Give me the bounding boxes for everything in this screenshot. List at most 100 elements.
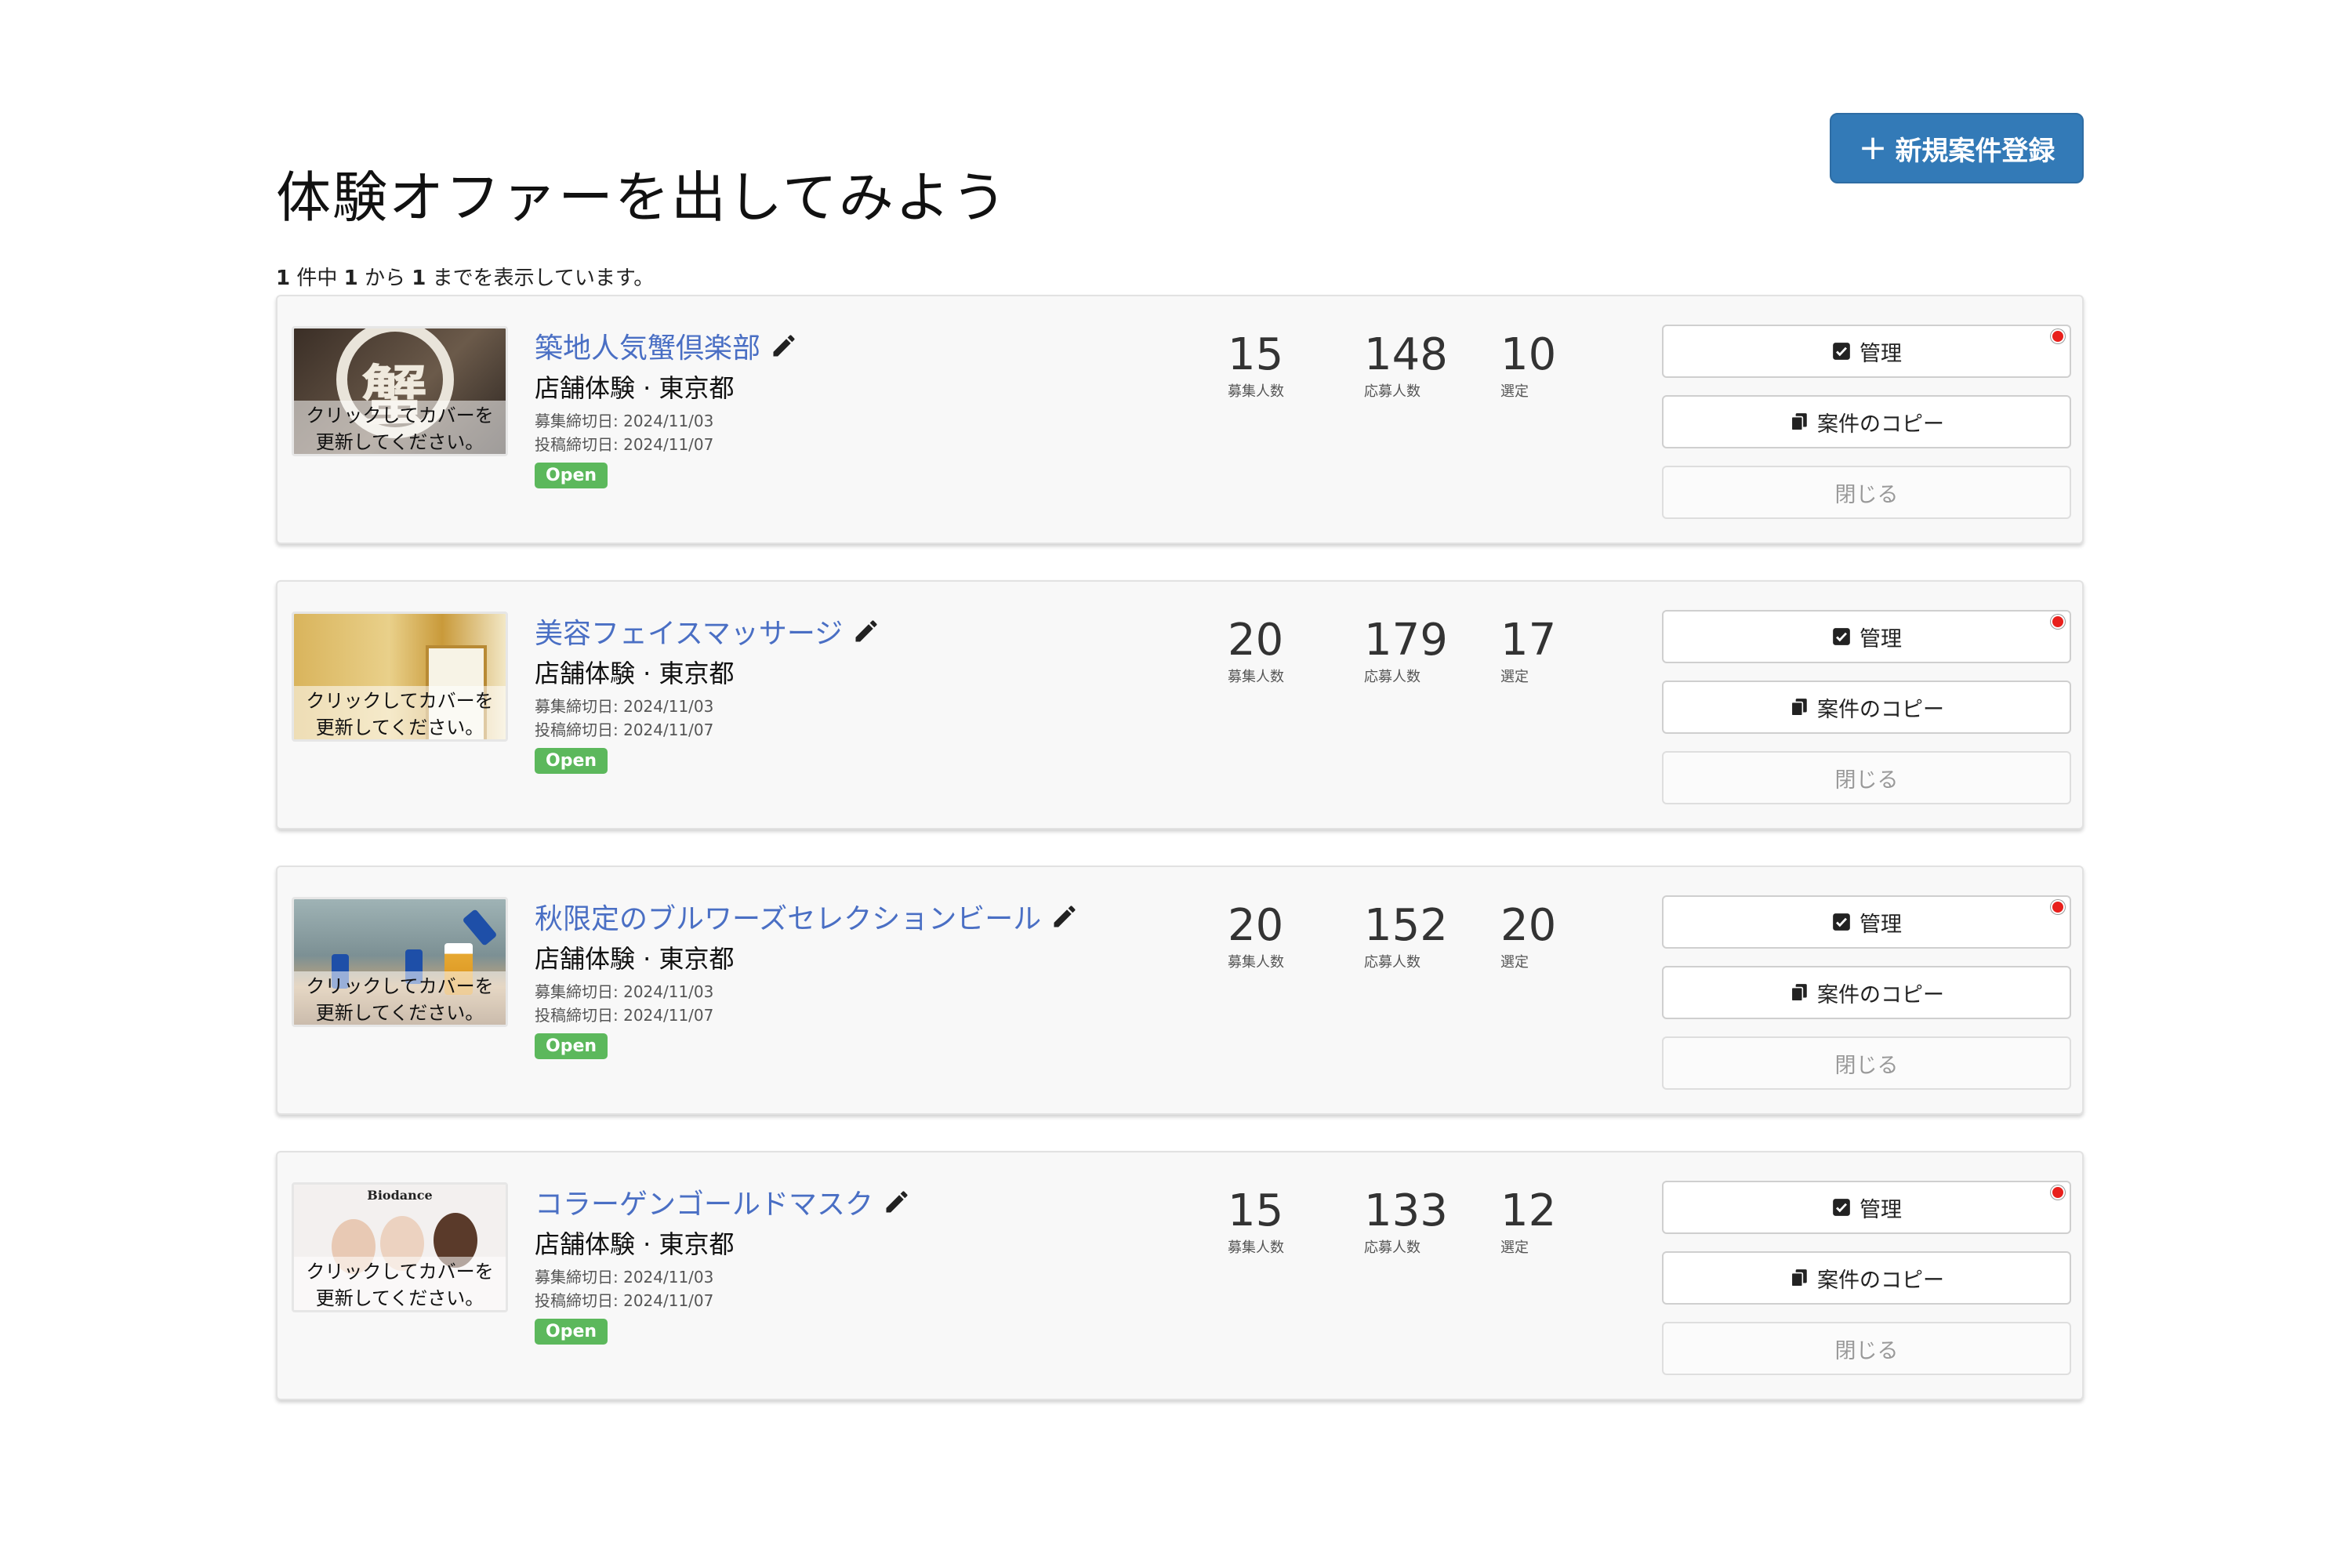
manage-label: 管理 bbox=[1860, 341, 1902, 366]
offer-card: クリックしてカバーを更新してください。 秋限定のブルワーズセレクションビール 店… bbox=[276, 866, 2084, 1115]
count-text-1: 件中 bbox=[290, 267, 344, 290]
manage-button[interactable]: 管理 bbox=[1662, 325, 2071, 378]
stat-applicants-value: 133 bbox=[1364, 1185, 1448, 1236]
cover-thumbnail[interactable]: 蟹 クリックしてカバーを更新してください。 bbox=[292, 326, 508, 456]
checkbox-icon bbox=[1833, 628, 1850, 645]
offer-type: 店舗体験 · 東京都 bbox=[535, 373, 735, 403]
page-title: 体験オファーを出してみよう bbox=[276, 165, 1008, 230]
close-button[interactable]: 閉じる bbox=[1662, 466, 2071, 519]
stat-recruit-label: 募集人数 bbox=[1228, 954, 1284, 971]
offer-type: 店舗体験 · 東京都 bbox=[535, 944, 735, 974]
close-button[interactable]: 閉じる bbox=[1662, 1322, 2071, 1375]
copy-icon bbox=[1791, 413, 1807, 431]
copy-label: 案件のコピー bbox=[1817, 1268, 1944, 1293]
manage-button[interactable]: 管理 bbox=[1662, 1181, 2071, 1234]
offer-info: コラーゲンゴールドマスク 店舗体験 · 東京都 募集締切日: 2024/11/0… bbox=[535, 1182, 911, 1345]
stat-recruit-label: 募集人数 bbox=[1228, 383, 1284, 400]
stat-recruit-value: 20 bbox=[1228, 900, 1284, 951]
close-label: 閉じる bbox=[1834, 482, 1899, 507]
stat-applicants-label: 応募人数 bbox=[1364, 383, 1420, 400]
pencil-icon[interactable] bbox=[852, 617, 880, 645]
copy-button[interactable]: 案件のコピー bbox=[1662, 1251, 2071, 1305]
offer-card: クリックしてカバーを更新してください。 美容フェイスマッサージ 店舗体験 · 東… bbox=[276, 580, 2084, 829]
manage-button[interactable]: 管理 bbox=[1662, 610, 2071, 663]
notification-dot bbox=[2051, 900, 2065, 914]
stat-selected: 17 選定 bbox=[1500, 613, 1556, 687]
count-from: 1 bbox=[343, 267, 358, 290]
offer-card: 蟹 クリックしてカバーを更新してください。 築地人気蟹倶楽部 店舗体験 · 東京… bbox=[276, 295, 2084, 544]
manage-label: 管理 bbox=[1860, 912, 1902, 937]
copy-icon bbox=[1791, 1269, 1807, 1287]
copy-icon bbox=[1791, 699, 1807, 717]
cover-thumbnail[interactable]: クリックしてカバーを更新してください。 bbox=[292, 612, 508, 742]
offer-card: Biodance クリックしてカバーを更新してください。 コラーゲンゴールドマス… bbox=[276, 1151, 2084, 1400]
checkbox-icon bbox=[1833, 913, 1850, 931]
offer-info: 築地人気蟹倶楽部 店舗体験 · 東京都 募集締切日: 2024/11/03 投稿… bbox=[535, 326, 798, 488]
count-text-3: までを表示しています。 bbox=[426, 267, 655, 290]
stat-recruit-value: 15 bbox=[1228, 1185, 1284, 1236]
copy-button[interactable]: 案件のコピー bbox=[1662, 681, 2071, 734]
close-label: 閉じる bbox=[1834, 1053, 1899, 1078]
copy-icon bbox=[1791, 984, 1807, 1002]
offer-type: 店舗体験 · 東京都 bbox=[535, 1229, 735, 1259]
post-deadline: 投稿締切日: 2024/11/07 bbox=[535, 1291, 714, 1310]
close-label: 閉じる bbox=[1834, 1338, 1899, 1363]
result-count: 1 件中 1 から 1 までを表示しています。 bbox=[276, 262, 654, 291]
offer-title-link[interactable]: 築地人気蟹倶楽部 bbox=[535, 325, 760, 366]
count-text-2: から bbox=[357, 267, 412, 290]
offer-title-link[interactable]: 秋限定のブルワーズセレクションビール bbox=[535, 896, 1041, 937]
stat-selected-label: 選定 bbox=[1500, 1240, 1529, 1256]
cover-overlay: クリックしてカバーを更新してください。 bbox=[294, 686, 506, 739]
stat-selected: 20 選定 bbox=[1500, 898, 1556, 972]
cover-overlay-text: クリックしてカバーを更新してください。 bbox=[306, 975, 494, 1024]
post-deadline: 投稿締切日: 2024/11/07 bbox=[535, 435, 714, 454]
status-badge: Open bbox=[535, 748, 608, 774]
offer-actions: 管理 案件のコピー 閉じる bbox=[1662, 325, 2071, 536]
stat-applicants-label: 応募人数 bbox=[1364, 669, 1420, 685]
stat-recruit-label: 募集人数 bbox=[1228, 669, 1284, 685]
copy-label: 案件のコピー bbox=[1817, 697, 1944, 722]
cover-thumbnail[interactable]: Biodance クリックしてカバーを更新してください。 bbox=[292, 1182, 508, 1312]
checkbox-icon bbox=[1833, 343, 1850, 360]
stat-applicants-value: 179 bbox=[1364, 615, 1448, 666]
notification-dot bbox=[2051, 1185, 2065, 1200]
cover-thumbnail[interactable]: クリックしてカバーを更新してください。 bbox=[292, 897, 508, 1027]
pencil-icon[interactable] bbox=[1050, 902, 1079, 931]
offer-list: 蟹 クリックしてカバーを更新してください。 築地人気蟹倶楽部 店舗体験 · 東京… bbox=[276, 295, 2084, 1436]
stat-recruit: 20 募集人数 bbox=[1228, 898, 1284, 972]
status-badge: Open bbox=[535, 463, 608, 488]
close-button[interactable]: 閉じる bbox=[1662, 1036, 2071, 1090]
stat-applicants-value: 148 bbox=[1364, 329, 1448, 380]
notification-dot bbox=[2051, 615, 2065, 629]
stat-recruit-label: 募集人数 bbox=[1228, 1240, 1284, 1256]
copy-button[interactable]: 案件のコピー bbox=[1662, 395, 2071, 448]
stat-recruit-value: 15 bbox=[1228, 329, 1284, 380]
offer-info: 秋限定のブルワーズセレクションビール 店舗体験 · 東京都 募集締切日: 202… bbox=[535, 897, 1079, 1059]
new-project-button[interactable]: + 新規案件登録 bbox=[1830, 113, 2084, 183]
stat-applicants-value: 152 bbox=[1364, 900, 1448, 951]
pencil-icon[interactable] bbox=[883, 1188, 911, 1216]
manage-label: 管理 bbox=[1860, 1197, 1902, 1222]
stat-recruit-value: 20 bbox=[1228, 615, 1284, 666]
offer-actions: 管理 案件のコピー 閉じる bbox=[1662, 895, 2071, 1107]
pencil-icon[interactable] bbox=[770, 332, 798, 360]
offer-actions: 管理 案件のコピー 閉じる bbox=[1662, 1181, 2071, 1392]
status-badge: Open bbox=[535, 1033, 608, 1059]
stat-applicants: 152 応募人数 bbox=[1364, 898, 1448, 972]
stat-selected-value: 12 bbox=[1500, 1185, 1557, 1236]
stat-selected: 10 選定 bbox=[1500, 328, 1556, 401]
close-button[interactable]: 閉じる bbox=[1662, 751, 2071, 804]
stat-applicants-label: 応募人数 bbox=[1364, 954, 1420, 971]
stat-selected: 12 選定 bbox=[1500, 1184, 1556, 1258]
offer-info: 美容フェイスマッサージ 店舗体験 · 東京都 募集締切日: 2024/11/03… bbox=[535, 612, 880, 774]
recruit-deadline: 募集締切日: 2024/11/03 bbox=[535, 982, 714, 1001]
stat-selected-value: 10 bbox=[1500, 329, 1557, 380]
offer-title-link[interactable]: 美容フェイスマッサージ bbox=[535, 611, 843, 652]
offer-title-link[interactable]: コラーゲンゴールドマスク bbox=[535, 1181, 873, 1222]
post-deadline: 投稿締切日: 2024/11/07 bbox=[535, 720, 714, 739]
cover-overlay-text: クリックしてカバーを更新してください。 bbox=[306, 405, 494, 453]
copy-button[interactable]: 案件のコピー bbox=[1662, 966, 2071, 1019]
manage-button[interactable]: 管理 bbox=[1662, 895, 2071, 949]
page: + 新規案件登録 体験オファーを出してみよう 1 件中 1 から 1 までを表示… bbox=[0, 0, 2333, 1568]
plus-icon: + bbox=[1858, 128, 1888, 168]
